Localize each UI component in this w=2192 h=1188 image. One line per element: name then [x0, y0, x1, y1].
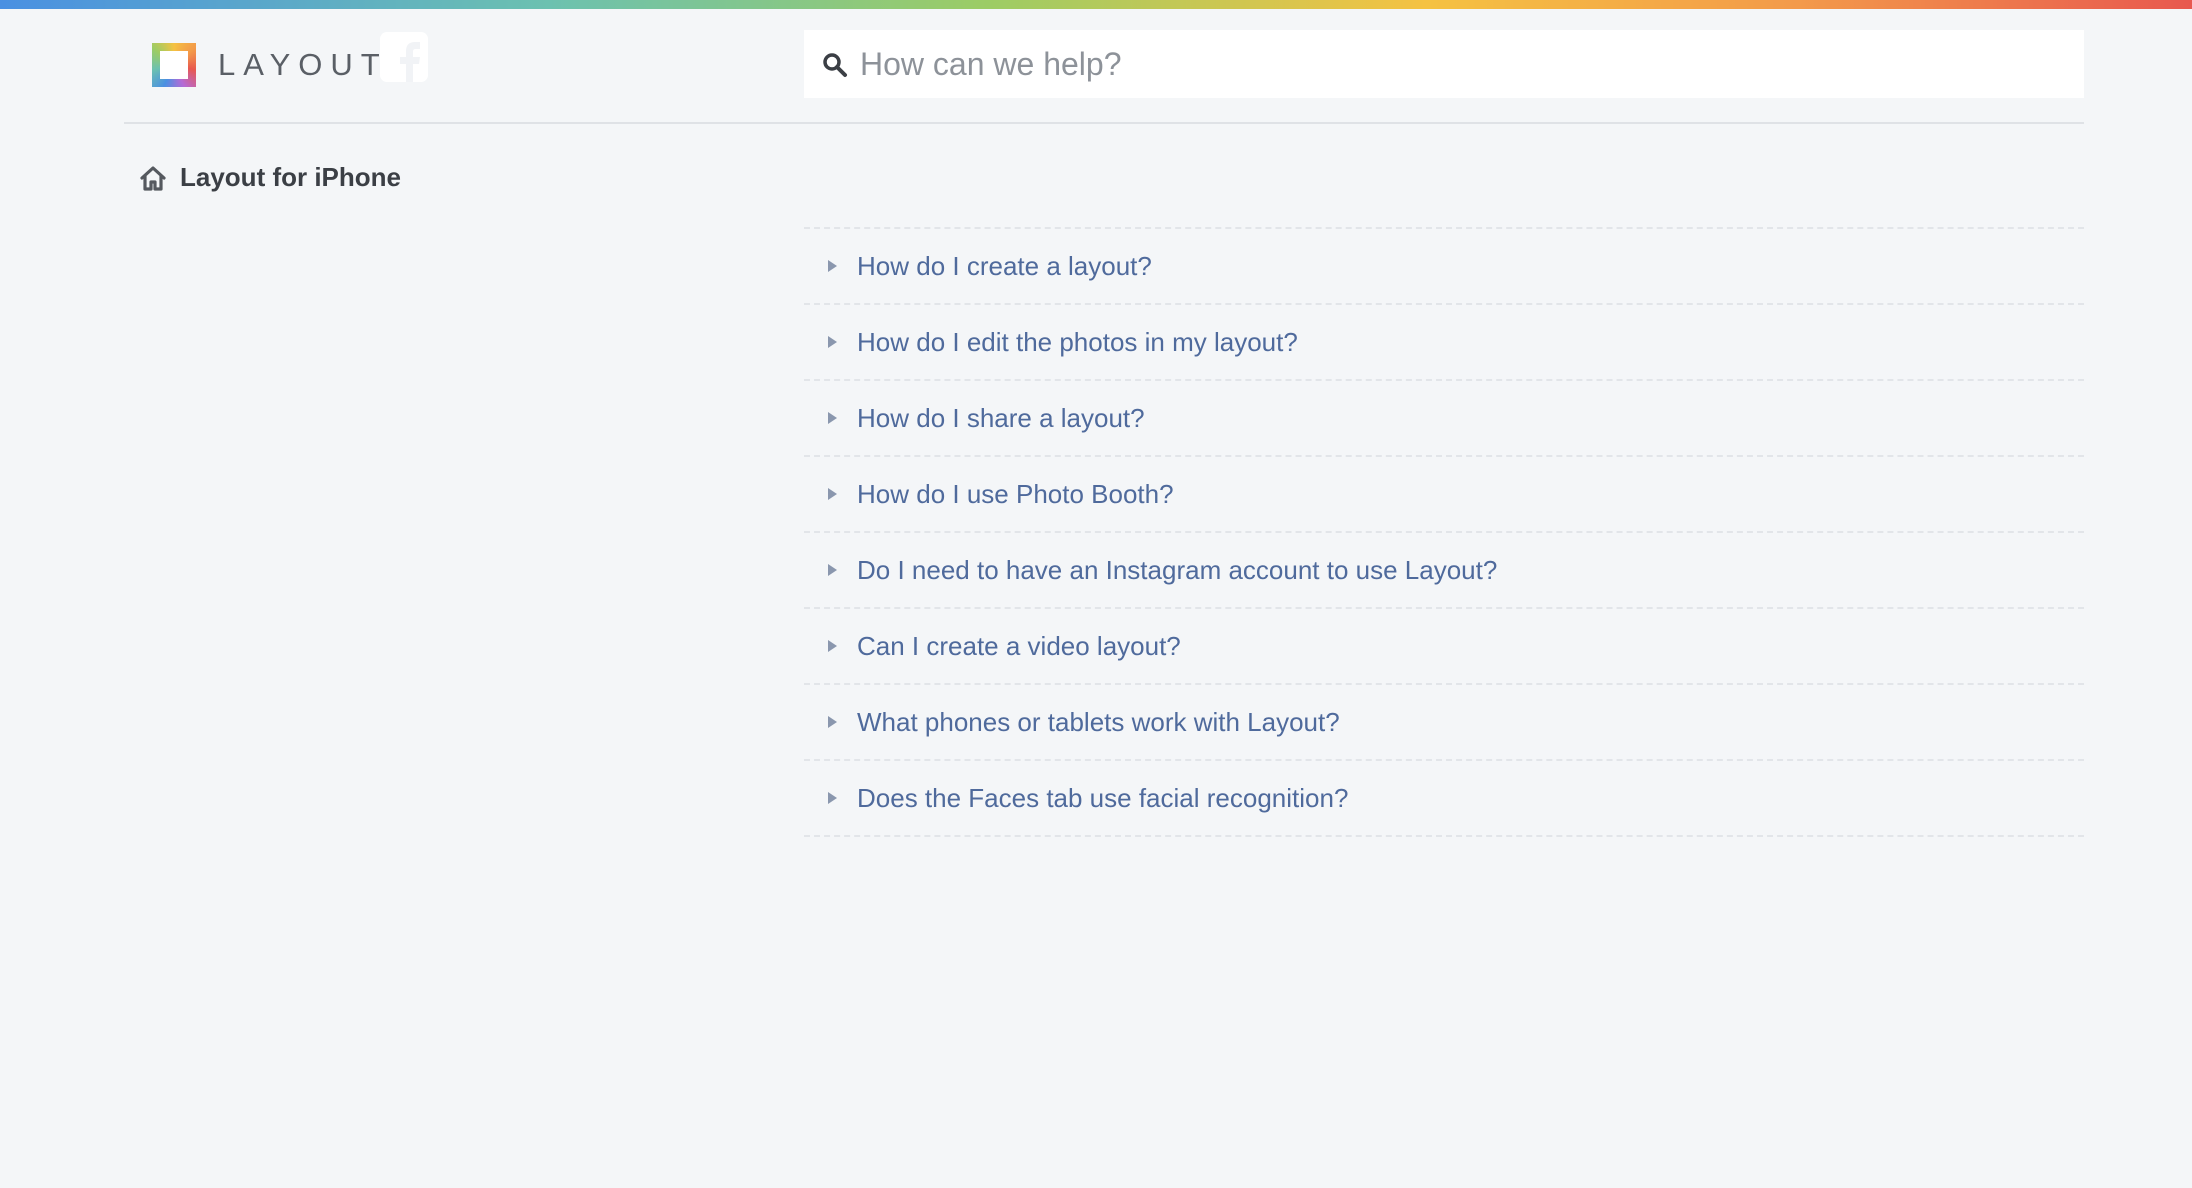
faq-item-faces-tab[interactable]: Does the Faces tab use facial recognitio…: [804, 761, 2084, 837]
brand-name: LAYOUT: [218, 47, 388, 82]
faq-question[interactable]: How do I use Photo Booth?: [857, 479, 1174, 510]
expand-arrow-icon: [828, 640, 837, 652]
expand-arrow-icon: [828, 260, 837, 272]
search-input[interactable]: [860, 30, 2060, 98]
breadcrumb-current-category[interactable]: Layout for iPhone: [180, 162, 401, 193]
faq-question[interactable]: Does the Faces tab use facial recognitio…: [857, 783, 1348, 814]
layout-logo-icon: [152, 43, 196, 87]
expand-arrow-icon: [828, 792, 837, 804]
expand-arrow-icon: [828, 716, 837, 728]
facebook-icon[interactable]: [380, 32, 428, 82]
site-header: LAYOUT: [0, 9, 2192, 122]
layout-logo-link[interactable]: LAYOUT: [152, 43, 388, 87]
faq-item-edit-photos[interactable]: How do I edit the photos in my layout?: [804, 305, 2084, 381]
search-bar: [804, 30, 2084, 98]
expand-arrow-icon: [828, 488, 837, 500]
faq-question[interactable]: How do I create a layout?: [857, 251, 1152, 282]
faq-question[interactable]: How do I share a layout?: [857, 403, 1145, 434]
expand-arrow-icon: [828, 564, 837, 576]
breadcrumb: Layout for iPhone: [138, 162, 401, 193]
rainbow-top-stripe: [0, 0, 2192, 9]
faq-item-create-layout[interactable]: How do I create a layout?: [804, 229, 2084, 305]
faq-item-share-layout[interactable]: How do I share a layout?: [804, 381, 2084, 457]
faq-item-video-layout[interactable]: Can I create a video layout?: [804, 609, 2084, 685]
faq-question[interactable]: Can I create a video layout?: [857, 631, 1181, 662]
home-icon[interactable]: [138, 163, 168, 193]
faq-item-instagram-account[interactable]: Do I need to have an Instagram account t…: [804, 533, 2084, 609]
faq-item-supported-devices[interactable]: What phones or tablets work with Layout?: [804, 685, 2084, 761]
faq-question[interactable]: Do I need to have an Instagram account t…: [857, 555, 1497, 586]
faq-question[interactable]: What phones or tablets work with Layout?: [857, 707, 1340, 738]
faq-question[interactable]: How do I edit the photos in my layout?: [857, 327, 1298, 358]
faq-list: How do I create a layout? How do I edit …: [804, 227, 2084, 837]
search-icon: [822, 52, 848, 78]
header-divider: [124, 122, 2084, 124]
expand-arrow-icon: [828, 412, 837, 424]
expand-arrow-icon: [828, 336, 837, 348]
faq-item-photo-booth[interactable]: How do I use Photo Booth?: [804, 457, 2084, 533]
